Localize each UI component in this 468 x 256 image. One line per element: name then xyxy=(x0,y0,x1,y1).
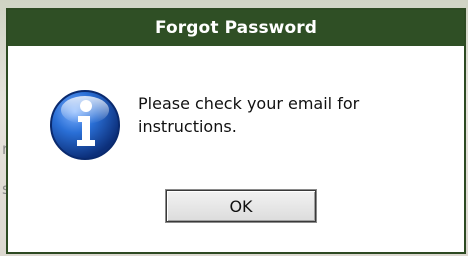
dialog-titlebar: Forgot Password xyxy=(8,10,464,46)
ok-button[interactable]: OK xyxy=(166,190,316,222)
dialog-message: Please check your email for instructions… xyxy=(138,94,360,136)
forgot-password-dialog: Forgot Password Please check your email … xyxy=(6,8,466,254)
dialog-title: Forgot Password xyxy=(154,18,318,38)
dialog-content: Please check your email for instructions… xyxy=(8,46,464,252)
info-icon xyxy=(48,88,122,162)
